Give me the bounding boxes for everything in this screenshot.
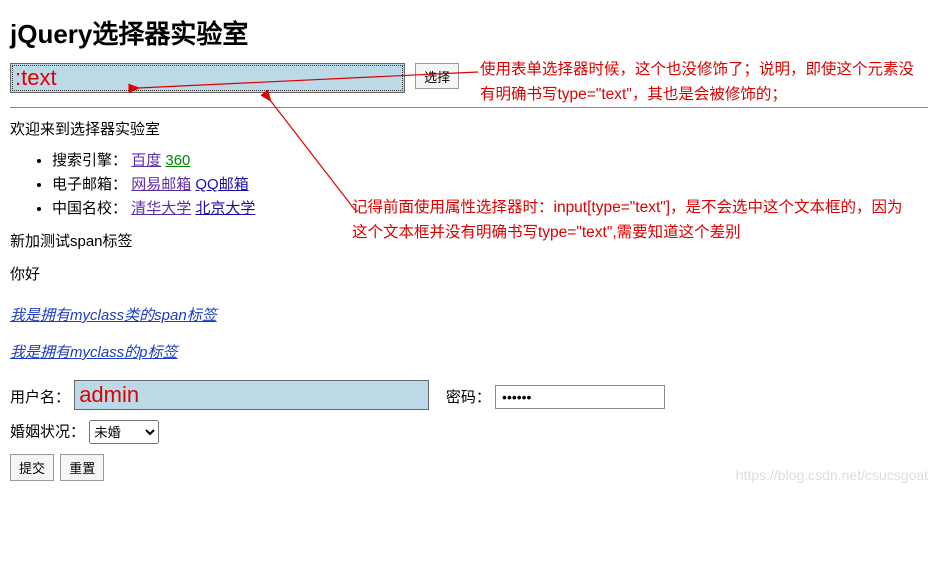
- annotation-1: 使用表单选择器时候，这个也没修饰了；说明，即使这个元素没有明确书写type="t…: [480, 58, 920, 108]
- list-label: 搜索引擎：: [52, 152, 127, 169]
- link-qq-mail[interactable]: QQ邮箱: [195, 176, 248, 193]
- username-input[interactable]: [74, 380, 429, 410]
- submit-button[interactable]: 提交: [10, 454, 54, 481]
- marital-label: 婚姻状况：: [10, 424, 85, 441]
- myclass-span: 我是拥有myclass类的span标签: [10, 304, 217, 325]
- reset-button[interactable]: 重置: [60, 454, 104, 481]
- link-netease-mail[interactable]: 网易邮箱: [131, 176, 191, 193]
- watermark: https://blog.csdn.net/csucsgoat: [736, 467, 928, 483]
- password-label: 密码：: [446, 389, 491, 406]
- marital-select[interactable]: 未婚: [89, 420, 159, 444]
- link-tsinghua[interactable]: 清华大学: [131, 200, 191, 217]
- link-baidu[interactable]: 百度: [131, 152, 161, 169]
- welcome-text: 欢迎来到选择器实验室: [10, 118, 928, 139]
- list-label: 中国名校：: [52, 200, 127, 217]
- select-button[interactable]: 选择: [415, 63, 459, 89]
- list-item: 电子邮箱： 网易邮箱 QQ邮箱: [52, 173, 928, 194]
- list-item: 搜索引擎： 百度 360: [52, 149, 928, 170]
- link-360[interactable]: 360: [165, 152, 190, 169]
- selector-input[interactable]: [10, 63, 405, 93]
- hello-text: 你好: [10, 263, 928, 284]
- annotation-2: 记得前面使用属性选择器时：input[type="text"]，是不会选中这个文…: [352, 196, 912, 246]
- page-title: jQuery选择器实验室: [10, 14, 928, 51]
- username-label: 用户名：: [10, 389, 70, 406]
- password-input[interactable]: [495, 385, 665, 409]
- myclass-p: 我是拥有myclass的p标签: [10, 341, 178, 362]
- link-pku[interactable]: 北京大学: [195, 200, 255, 217]
- list-label: 电子邮箱：: [52, 176, 127, 193]
